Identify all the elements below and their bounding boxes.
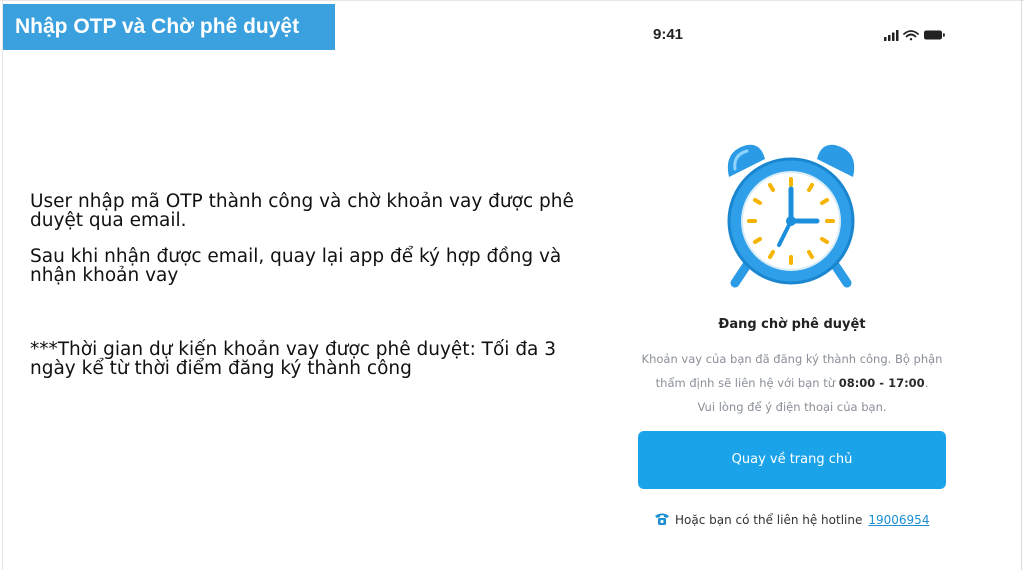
- description-line-2: Sau khi nhận được email, quay lại app để…: [30, 246, 562, 286]
- slide-right-border: [1021, 0, 1022, 570]
- hotline-row: Hoặc bạn có thể liên hệ hotline 19006954: [654, 512, 954, 530]
- description-line-1: User nhập mã OTP thành công và chờ khoản…: [30, 191, 574, 231]
- signal-icon: [884, 30, 899, 41]
- working-hours: 08:00 - 17:00: [838, 376, 925, 390]
- approval-title: Đang chờ phê duyệt: [718, 317, 866, 332]
- hotline-label: Hoặc bạn có thể liên hệ hotline: [675, 513, 863, 527]
- slide-title: Nhập OTP và Chờ phê duyệt: [3, 4, 335, 50]
- approval-message-period: .: [924, 376, 929, 390]
- alarm-clock-icon: [721, 137, 861, 289]
- home-button[interactable]: Quay về trang chủ: [638, 431, 946, 489]
- phone-icon: [654, 512, 670, 529]
- battery-icon: [924, 30, 945, 40]
- slide-top-border: [0, 0, 1024, 1]
- status-icons: [884, 28, 946, 41]
- description-note: ***Thời gian dự kiến khoản vay được phê …: [30, 339, 557, 379]
- slide-left-border: [2, 0, 3, 570]
- approval-message-reminder: Vui lòng để ý điện thoại của bạn.: [697, 400, 887, 414]
- slide: Nhập OTP và Chờ phê duyệt User nhập mã O…: [0, 0, 1024, 570]
- status-time: 9:41: [653, 26, 684, 43]
- phone-mockup: 9:41 Đang chờ phê duyệt Khoản vay của bạ…: [618, 4, 966, 570]
- hotline-number-link[interactable]: 19006954: [868, 513, 929, 527]
- approval-message: Khoản vay của bạn đã đăng ký thành công.…: [638, 347, 946, 419]
- wifi-icon: [903, 30, 919, 41]
